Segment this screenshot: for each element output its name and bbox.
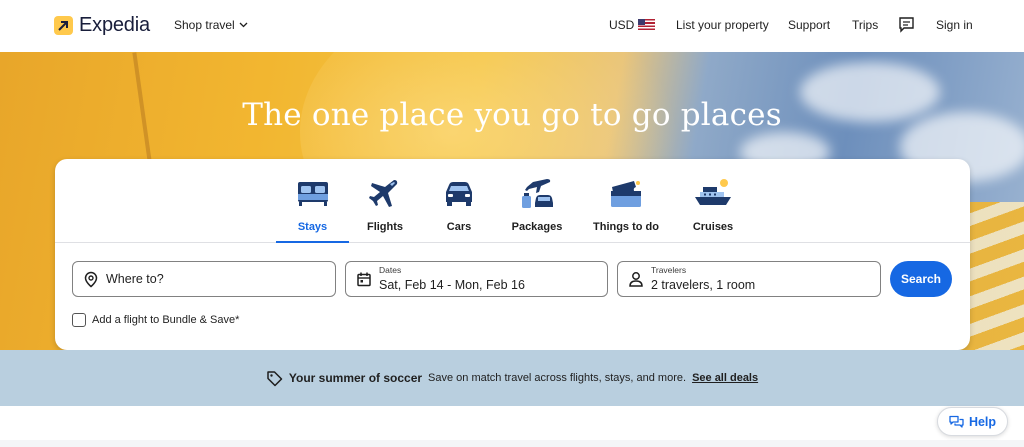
ship-icon <box>695 179 731 205</box>
list-your-property-link[interactable]: List your property <box>676 18 769 32</box>
destination-field[interactable]: Where to? <box>72 261 336 297</box>
tag-icon <box>267 370 283 386</box>
tab-label: Packages <box>511 221 563 233</box>
sign-in-link[interactable]: Sign in <box>936 18 973 32</box>
shop-travel-menu[interactable]: Shop travel <box>174 18 248 32</box>
support-link[interactable]: Support <box>788 18 830 32</box>
car-icon <box>446 182 472 206</box>
bundle-checkbox[interactable] <box>72 313 86 327</box>
currency-selector[interactable]: USD <box>609 18 656 32</box>
expedia-logo-icon <box>54 16 73 35</box>
dates-value: Sat, Feb 14 - Mon, Feb 16 <box>379 278 525 292</box>
travel-type-tabs: Stays Flights Cars Packages Things to do… <box>55 159 970 243</box>
promo-text: Save on match travel across flights, sta… <box>428 372 687 384</box>
shop-travel-label: Shop travel <box>174 18 235 32</box>
message-icon[interactable] <box>898 16 915 33</box>
tab-cruises[interactable]: Cruises <box>687 173 739 243</box>
location-pin-icon <box>84 271 98 288</box>
help-label: Help <box>968 414 997 429</box>
promo-title: Your summer of soccer <box>288 371 423 385</box>
top-header: Expedia Shop travel USD List your proper… <box>0 0 1024 52</box>
brand-name: Expedia <box>79 14 150 36</box>
packages-icon <box>522 179 553 208</box>
us-flag-icon <box>638 19 656 30</box>
travelers-field[interactable]: Travelers 2 travelers, 1 room <box>617 261 881 297</box>
calendar-icon <box>357 272 371 287</box>
help-button[interactable]: Help <box>937 407 1008 436</box>
tab-label: Things to do <box>593 221 659 233</box>
promo-banner: Your summer of soccer Save on match trav… <box>0 350 1024 406</box>
destination-placeholder: Where to? <box>106 272 164 286</box>
tab-cars[interactable]: Cars <box>435 173 483 243</box>
chevron-down-icon <box>239 22 248 28</box>
tab-label: Cruises <box>692 221 734 233</box>
see-all-deals-link[interactable]: See all deals <box>692 372 758 384</box>
page-divider <box>0 440 1024 447</box>
person-icon <box>629 272 643 287</box>
bed-icon <box>297 182 328 206</box>
tab-flights[interactable]: Flights <box>357 173 413 243</box>
dates-field[interactable]: Dates Sat, Feb 14 - Mon, Feb 16 <box>345 261 608 297</box>
trips-link[interactable]: Trips <box>852 18 878 32</box>
expedia-logo[interactable]: Expedia <box>54 14 150 37</box>
tab-label: Flights <box>366 221 404 233</box>
hero-headline: The one place you go to go places <box>242 97 782 133</box>
chat-bubbles-icon <box>949 415 964 428</box>
currency-label: USD <box>609 18 635 32</box>
tab-packages[interactable]: Packages <box>508 173 566 243</box>
tab-label: Stays <box>297 221 328 233</box>
ticket-icon <box>611 181 641 207</box>
tab-stays[interactable]: Stays <box>276 173 349 243</box>
dates-label: Dates <box>379 265 402 275</box>
travelers-value: 2 travelers, 1 room <box>651 278 756 292</box>
tab-label: Cars <box>446 221 472 233</box>
tab-things-to-do[interactable]: Things to do <box>593 173 659 243</box>
bundle-option[interactable]: Add a flight to Bundle & Save* <box>72 313 239 327</box>
plane-icon <box>369 180 398 207</box>
search-button[interactable]: Search <box>890 261 952 297</box>
search-card: Stays Flights Cars Packages Things to do… <box>55 159 970 350</box>
bundle-label: Add a flight to Bundle & Save* <box>92 314 240 326</box>
travelers-label: Travelers <box>651 265 687 275</box>
